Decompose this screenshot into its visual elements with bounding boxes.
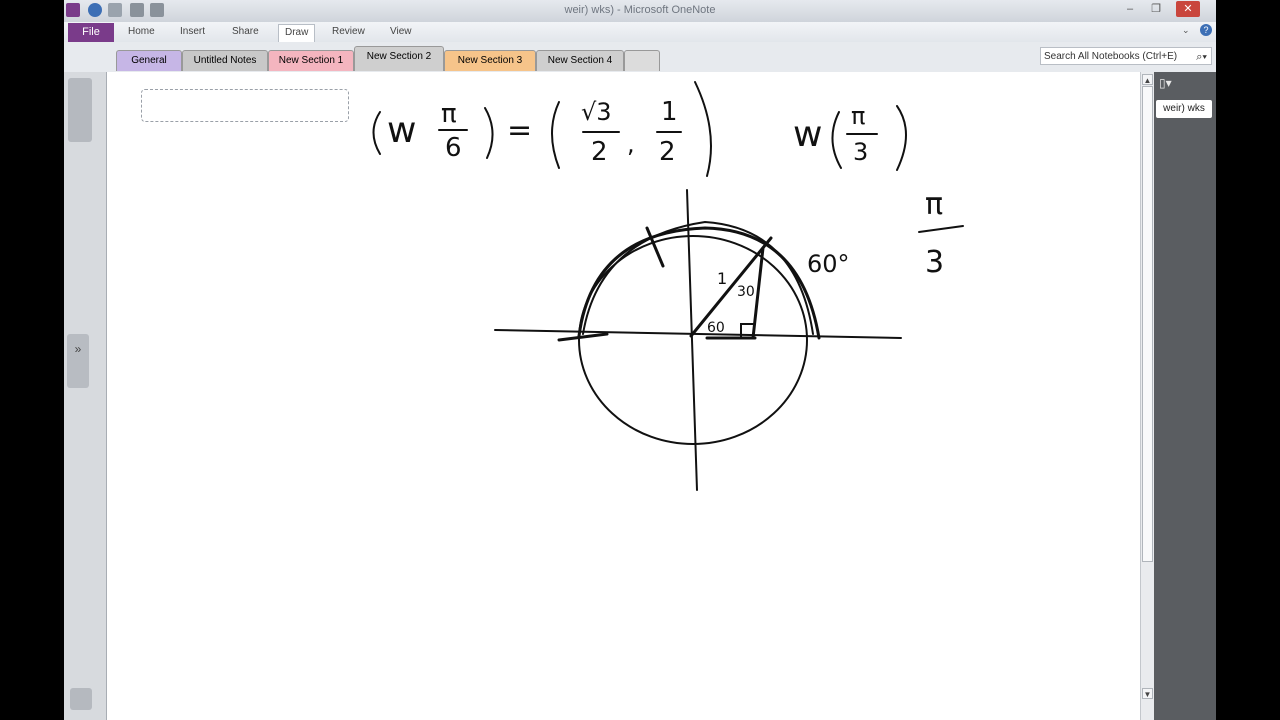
onenote-window: weir) wks) - Microsoft OneNote – ❐ ✕ Fil… — [64, 0, 1216, 720]
ink-text: , — [627, 130, 635, 158]
search-icon[interactable]: ⌕▾ — [1196, 48, 1207, 66]
ink-text: 30 — [737, 284, 755, 300]
ink-text: w — [793, 114, 822, 155]
tab-share[interactable]: Share — [232, 26, 259, 37]
ink-text: π — [441, 99, 457, 129]
ink-text: π — [925, 187, 943, 222]
section-tab-label: New Section 1 — [278, 55, 344, 66]
section-tab-new-section-1[interactable]: New Section 1 — [268, 50, 354, 71]
search-input[interactable]: Search All Notebooks (Ctrl+E) ⌕▾ — [1040, 47, 1212, 65]
ink-text: 1 — [661, 97, 678, 127]
ink-text: w — [387, 110, 416, 151]
unfiled-notes-icon[interactable] — [70, 688, 92, 710]
minimize-button[interactable]: – — [1118, 1, 1142, 17]
ink-text: 3 — [853, 138, 868, 166]
page-tab[interactable]: weir) wks — [1156, 100, 1212, 118]
paren-icon — [831, 111, 842, 169]
page-tabs-pane: ▯▾ weir) wks — [1154, 72, 1216, 720]
y-axis — [686, 189, 698, 491]
ink-text: π — [851, 102, 865, 130]
close-button[interactable]: ✕ — [1176, 1, 1200, 17]
paren-icon — [484, 107, 494, 159]
section-tab-new-section-3[interactable]: New Section 3 — [444, 50, 536, 71]
vertical-scrollbar[interactable]: ▲ ▼ — [1140, 72, 1154, 720]
tab-draw[interactable]: Draw — [278, 24, 316, 42]
ink-drawing: w π 6 = √3 2 , 1 2 w π 3 π 3 60° 1 30 60 — [372, 81, 964, 491]
ink-text: 2 — [591, 137, 608, 167]
window-title: weir) wks) - Microsoft OneNote — [564, 4, 716, 16]
section-tab-label: New Section 2 — [366, 51, 432, 62]
notebook-icon[interactable] — [68, 78, 92, 142]
section-tab-label: New Section 4 — [547, 55, 613, 66]
scrollbar-thumb[interactable] — [1142, 86, 1153, 562]
ink-text: 3 — [925, 245, 944, 280]
ink-text: 2 — [659, 137, 676, 167]
ink-text: = — [507, 113, 532, 148]
section-tab-label: General — [131, 55, 167, 66]
highlighted-arc — [577, 226, 821, 340]
tab-home[interactable]: Home — [128, 26, 155, 37]
ink-text: 60° — [807, 250, 850, 278]
expand-navigation-button[interactable]: » — [67, 334, 89, 388]
highlighted-arc — [582, 220, 814, 335]
x-axis — [494, 329, 902, 339]
add-section-tab[interactable] — [624, 50, 660, 71]
section-tab-new-section-4[interactable]: New Section 4 — [536, 50, 624, 71]
notebook-navigation-pane: » — [64, 72, 107, 720]
section-tab-label: Untitled Notes — [193, 55, 257, 66]
section-tab-general[interactable]: General — [116, 50, 182, 71]
ink-text: 1 — [717, 269, 727, 288]
paren-icon — [694, 81, 712, 177]
search-placeholder: Search All Notebooks (Ctrl+E) — [1044, 51, 1178, 62]
tab-review[interactable]: Review — [332, 26, 365, 37]
title-bar: weir) wks) - Microsoft OneNote – ❐ ✕ — [64, 0, 1216, 22]
ink-text: √3 — [581, 98, 612, 126]
page-tab-label: weir) wks — [1163, 103, 1205, 114]
page-canvas[interactable]: w π 6 = √3 2 , 1 2 w π 3 π 3 60° 1 30 60 — [106, 72, 1141, 720]
paren-icon — [551, 101, 560, 169]
section-tab-bar: General Untitled Notes New Section 1 New… — [64, 42, 1216, 73]
file-tab[interactable]: File — [68, 23, 114, 42]
scroll-down-icon[interactable]: ▼ — [1142, 688, 1153, 699]
section-tab-untitled-notes[interactable]: Untitled Notes — [182, 50, 268, 71]
paren-icon — [896, 105, 907, 171]
section-tab-label: New Section 3 — [457, 55, 523, 66]
paren-icon — [372, 111, 381, 155]
fraction-bar — [918, 225, 964, 233]
tab-view[interactable]: View — [390, 26, 412, 37]
ink-text: 6 — [445, 133, 462, 163]
tab-insert[interactable]: Insert — [180, 26, 205, 37]
new-page-icon[interactable]: ▯▾ — [1159, 76, 1172, 90]
section-tab-new-section-2[interactable]: New Section 2 — [354, 46, 444, 71]
restore-button[interactable]: ❐ — [1144, 1, 1168, 17]
ribbon-tab-row: File Home Insert Share Draw Review View … — [64, 22, 1216, 42]
ink-text: 60 — [707, 320, 725, 336]
ribbon-expand-icon[interactable]: ⌄ — [1182, 25, 1190, 36]
help-icon[interactable]: ? — [1200, 24, 1212, 36]
scroll-up-icon[interactable]: ▲ — [1142, 74, 1153, 85]
